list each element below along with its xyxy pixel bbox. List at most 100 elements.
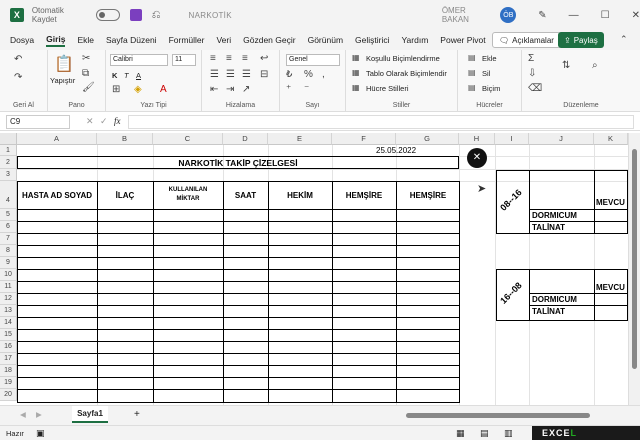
share-button[interactable]: ⇪ Paylaş bbox=[558, 32, 604, 48]
row-header-16[interactable]: 16 bbox=[0, 341, 17, 353]
sheet-tab-sayfa1[interactable]: Sayfa1 bbox=[72, 406, 108, 423]
wrap-text-icon[interactable]: ↩ bbox=[260, 53, 268, 64]
decrease-decimal-icon[interactable]: ⁻ bbox=[304, 84, 309, 95]
vertical-scroll-thumb[interactable] bbox=[632, 149, 637, 369]
tab-sayfa-duzeni[interactable]: Sayfa Düzeni bbox=[106, 35, 157, 45]
cut-icon[interactable]: ✂ bbox=[82, 53, 90, 64]
fill-color-icon[interactable]: ◈ bbox=[134, 84, 142, 95]
vertical-scrollbar[interactable] bbox=[628, 133, 640, 405]
format-table-button[interactable]: Tablo Olarak Biçimlendir bbox=[366, 69, 447, 78]
avatar[interactable]: ÖB bbox=[500, 7, 517, 23]
number-format-select[interactable]: Genel bbox=[286, 54, 340, 66]
column-header-b[interactable]: B bbox=[97, 133, 153, 145]
percent-icon[interactable]: % bbox=[304, 69, 313, 80]
row-header-1[interactable]: 1 bbox=[0, 145, 17, 156]
tab-gozden-gecir[interactable]: Gözden Geçir bbox=[243, 35, 295, 45]
row-header-7[interactable]: 7 bbox=[0, 233, 17, 245]
delete-button[interactable]: Sil bbox=[482, 69, 490, 78]
page-layout-icon[interactable]: ▤ bbox=[480, 428, 489, 439]
row-header-3[interactable]: 3 bbox=[0, 169, 17, 181]
row-header-2[interactable]: 2 bbox=[0, 156, 17, 169]
italic-icon[interactable]: T bbox=[124, 71, 129, 80]
row-header-17[interactable]: 17 bbox=[0, 353, 17, 365]
column-header-f[interactable]: F bbox=[332, 133, 396, 145]
formula-input[interactable] bbox=[128, 115, 634, 129]
column-header-j[interactable]: J bbox=[529, 133, 594, 145]
column-header-h[interactable]: H bbox=[459, 133, 495, 145]
autosum-icon[interactable]: Σ bbox=[528, 53, 534, 64]
row-header-6[interactable]: 6 bbox=[0, 221, 17, 233]
align-bottom-icon[interactable]: ≡ bbox=[242, 53, 248, 64]
fx-icon[interactable]: fx bbox=[114, 116, 121, 126]
row-header-18[interactable]: 18 bbox=[0, 365, 17, 377]
column-header-a[interactable]: A bbox=[17, 133, 97, 145]
page-break-icon[interactable]: ▥ bbox=[504, 428, 513, 439]
select-all-corner[interactable] bbox=[0, 133, 17, 145]
row-header-5[interactable]: 5 bbox=[0, 209, 17, 221]
indent-decrease-icon[interactable]: ⇤ bbox=[210, 84, 218, 95]
font-size-select[interactable]: 11 bbox=[172, 54, 196, 66]
currency-icon[interactable]: ₺ bbox=[286, 69, 292, 80]
font-color-icon[interactable]: A bbox=[160, 84, 167, 95]
align-right-icon[interactable]: ☰ bbox=[242, 69, 251, 80]
tab-yardim[interactable]: Yardım bbox=[402, 35, 429, 45]
row-header-12[interactable]: 12 bbox=[0, 293, 17, 305]
clear-icon[interactable]: ⌫ bbox=[528, 83, 542, 94]
spreadsheet-grid[interactable]: A B C D E F G H I J K 1 2 3 4 5 6 7 8 9 … bbox=[0, 133, 628, 405]
column-header-e[interactable]: E bbox=[268, 133, 332, 145]
align-top-icon[interactable]: ≡ bbox=[210, 53, 216, 64]
column-header-k[interactable]: K bbox=[594, 133, 628, 145]
tab-power-pivot[interactable]: Power Pivot bbox=[440, 35, 485, 45]
row-header-11[interactable]: 11 bbox=[0, 281, 17, 293]
format-button[interactable]: Biçim bbox=[482, 84, 500, 93]
align-left-icon[interactable]: ☰ bbox=[210, 69, 219, 80]
orientation-icon[interactable]: ↗ bbox=[242, 84, 250, 95]
row-header-20[interactable]: 20 bbox=[0, 389, 17, 401]
column-header-d[interactable]: D bbox=[223, 133, 268, 145]
date-cell[interactable]: 25.05.2022 bbox=[376, 146, 416, 155]
tab-ekle[interactable]: Ekle bbox=[77, 35, 94, 45]
paste-icon[interactable]: 📋 bbox=[54, 54, 74, 74]
row-header-19[interactable]: 19 bbox=[0, 377, 17, 389]
accessibility-icon[interactable]: ▣ bbox=[36, 428, 45, 439]
fill-icon[interactable]: ⇩ bbox=[528, 68, 536, 79]
merge-icon[interactable]: ⊟ bbox=[260, 69, 268, 80]
column-header-g[interactable]: G bbox=[396, 133, 459, 145]
format-painter-icon[interactable]: 🖌 bbox=[82, 82, 95, 93]
horizontal-scroll-thumb[interactable] bbox=[406, 413, 590, 418]
paste-label[interactable]: Yapıştır bbox=[50, 76, 75, 85]
indent-increase-icon[interactable]: ⇥ bbox=[226, 84, 234, 95]
cell-styles-button[interactable]: Hücre Stilleri bbox=[366, 84, 409, 93]
copy-icon[interactable]: ⧉ bbox=[82, 68, 89, 79]
tab-dosya[interactable]: Dosya bbox=[10, 35, 34, 45]
comments-button[interactable]: 🗨 Açıklamalar bbox=[492, 32, 561, 48]
row-header-4[interactable]: 4 bbox=[0, 181, 17, 209]
align-middle-icon[interactable]: ≡ bbox=[226, 53, 232, 64]
row-header-14[interactable]: 14 bbox=[0, 317, 17, 329]
tab-veri[interactable]: Veri bbox=[216, 35, 231, 45]
chevron-up-icon[interactable]: ⌃ bbox=[620, 34, 628, 45]
maximize-icon[interactable]: ☐ bbox=[601, 10, 610, 21]
conditional-format-button[interactable]: Koşullu Biçimlendirme bbox=[366, 54, 440, 63]
font-name-select[interactable]: Calibri bbox=[110, 54, 168, 66]
increase-decimal-icon[interactable]: ⁺ bbox=[286, 84, 291, 95]
add-sheet-button[interactable]: + bbox=[134, 409, 140, 420]
underline-icon[interactable]: A bbox=[136, 71, 141, 80]
row-header-13[interactable]: 13 bbox=[0, 305, 17, 317]
row-header-9[interactable]: 9 bbox=[0, 257, 17, 269]
next-sheet-icon[interactable]: ▶ bbox=[36, 410, 42, 419]
row-header-15[interactable]: 15 bbox=[0, 329, 17, 341]
close-icon[interactable]: ✕ bbox=[632, 10, 640, 21]
name-box[interactable]: C9 bbox=[6, 115, 70, 129]
minimize-icon[interactable]: — bbox=[569, 10, 579, 21]
pen-icon[interactable]: ✎ bbox=[538, 10, 546, 21]
align-center-icon[interactable]: ☰ bbox=[226, 69, 235, 80]
column-header-i[interactable]: I bbox=[495, 133, 529, 145]
tab-formuller[interactable]: Formüller bbox=[169, 35, 205, 45]
insert-button[interactable]: Ekle bbox=[482, 54, 497, 63]
row-header-10[interactable]: 10 bbox=[0, 269, 17, 281]
tab-giris[interactable]: Giriş bbox=[46, 34, 66, 47]
save-icon[interactable] bbox=[129, 9, 142, 21]
undo-icon[interactable]: ↶ bbox=[14, 54, 22, 65]
column-header-c[interactable]: C bbox=[153, 133, 223, 145]
